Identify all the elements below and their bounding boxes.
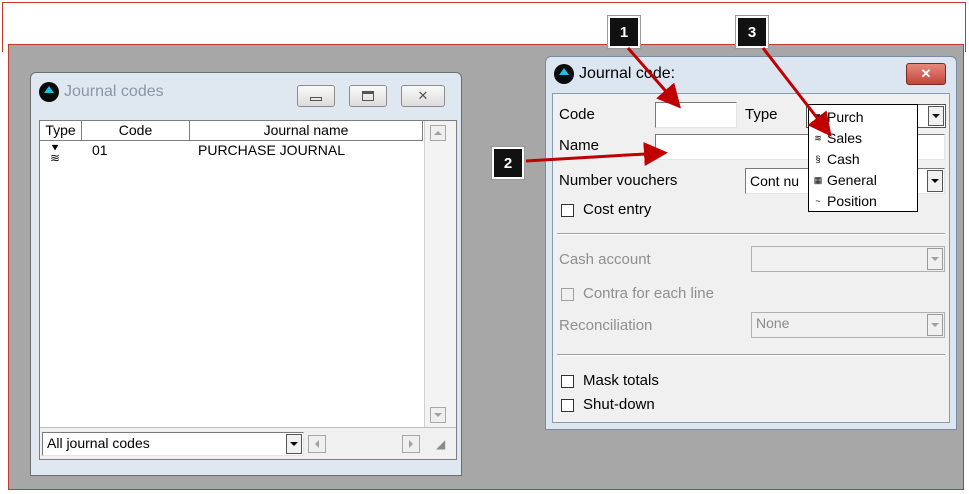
type-option-label: Position: [827, 192, 877, 209]
purchase-icon: ⯆: [814, 111, 822, 122]
reconciliation-value: None: [756, 315, 790, 331]
code-label: Code: [559, 106, 595, 123]
number-vouchers-dropdown-button[interactable]: [927, 170, 943, 192]
cash-account-label: Cash account: [559, 251, 651, 268]
type-option-label: Purch: [827, 108, 864, 125]
close-icon: ✕: [417, 88, 429, 103]
scroll-right-button[interactable]: [402, 435, 420, 453]
resize-grip-icon[interactable]: ◢: [436, 437, 445, 451]
scroll-down-button[interactable]: [430, 407, 446, 423]
cost-entry-label: Cost entry: [583, 201, 652, 218]
maximize-icon: [362, 91, 374, 101]
shut-down-label: Shut-down: [583, 396, 655, 413]
cash-account-dropdown-button[interactable]: [927, 248, 943, 270]
scroll-left-button[interactable]: [308, 435, 326, 453]
journal-filter-value: All journal codes: [47, 435, 150, 451]
mask-totals-checkbox[interactable]: [561, 375, 574, 388]
mask-totals-label: Mask totals: [583, 372, 659, 389]
chevron-down-icon: [931, 179, 939, 183]
divider: [557, 233, 945, 235]
scroll-up-button[interactable]: [430, 125, 446, 141]
chevron-down-icon: [290, 442, 298, 446]
chevron-down-icon: [931, 323, 939, 327]
close-icon: ✕: [920, 66, 932, 81]
type-option-general[interactable]: ▦ General: [811, 169, 877, 190]
type-dropdown-list: ⯆ Purch ≋ Sales § Cash ▦ General ~ Position: [808, 104, 918, 212]
cash-icon: §: [815, 153, 821, 164]
reconciliation-select[interactable]: None: [751, 312, 945, 338]
journal-codes-titlebar[interactable]: Journal codes: [31, 77, 461, 107]
minimize-icon: [310, 97, 322, 101]
scroll-left-icon: [315, 440, 319, 448]
reconciliation-dropdown-button[interactable]: [927, 314, 943, 336]
journal-codes-window: Journal codes ✕ Type Code Journal name ⯆…: [30, 72, 462, 476]
contra-label: Contra for each line: [583, 285, 714, 302]
chevron-down-icon: [931, 257, 939, 261]
journal-code-title: Journal code:: [579, 65, 676, 82]
sales-icon: ≋: [814, 132, 822, 143]
type-dropdown-button[interactable]: [928, 106, 944, 126]
cost-entry-checkbox[interactable]: [561, 204, 574, 217]
column-header-code[interactable]: Code: [82, 121, 190, 141]
number-vouchers-label: Number vouchers: [559, 172, 678, 189]
journal-codes-title: Journal codes: [64, 83, 164, 100]
close-button[interactable]: ✕: [401, 85, 445, 107]
row-journal-name: PURCHASE JOURNAL: [198, 142, 346, 158]
code-input[interactable]: [655, 102, 737, 128]
contra-checkbox[interactable]: [561, 288, 574, 301]
type-option-purch[interactable]: ⯆ Purch: [811, 106, 864, 127]
minimize-button[interactable]: [297, 85, 335, 107]
type-option-label: General: [827, 171, 877, 188]
type-option-position[interactable]: ~ Position: [811, 190, 877, 211]
general-icon: ▦: [813, 174, 823, 185]
purchase-journal-icon: ⯆ ≋: [49, 141, 61, 165]
row-code: 01: [92, 142, 108, 158]
journal-code-titlebar[interactable]: Journal code:: [546, 59, 956, 89]
dialog-close-button[interactable]: ✕: [906, 63, 946, 85]
name-label: Name: [559, 137, 600, 154]
chevron-down-icon: [932, 114, 940, 118]
callout-3: 3: [736, 16, 768, 48]
type-option-label: Cash: [827, 150, 860, 167]
journal-codes-list[interactable]: Type Code Journal name ⯆ ≋ 01 PURCHASE JO…: [39, 120, 457, 460]
type-option-sales[interactable]: ≋ Sales: [811, 127, 862, 148]
vertical-scrollbar[interactable]: [424, 121, 456, 427]
reconciliation-label: Reconciliation: [559, 317, 653, 334]
shut-down-checkbox[interactable]: [561, 399, 574, 412]
cash-account-select[interactable]: [751, 246, 945, 272]
journal-app-icon: [39, 82, 59, 102]
scroll-down-icon: [434, 413, 442, 417]
table-row[interactable]: ⯆ ≋ 01 PURCHASE JOURNAL: [40, 141, 423, 165]
divider: [557, 354, 945, 356]
scroll-up-icon: [434, 131, 442, 135]
maximize-button[interactable]: [349, 85, 387, 107]
journal-filter-dropdown-button[interactable]: [286, 434, 302, 454]
number-vouchers-value: Cont nu: [750, 173, 800, 189]
column-header-journal-name[interactable]: Journal name: [190, 121, 423, 141]
position-icon: ~: [815, 195, 821, 206]
type-label: Type: [745, 106, 778, 123]
scroll-right-icon: [409, 440, 413, 448]
callout-1: 1: [608, 16, 640, 48]
journal-filter-select[interactable]: All journal codes: [42, 432, 304, 456]
journal-app-icon: [554, 64, 574, 84]
callout-2: 2: [492, 147, 524, 179]
type-option-cash[interactable]: § Cash: [811, 148, 860, 169]
column-header-type[interactable]: Type: [40, 121, 82, 141]
type-option-label: Sales: [827, 129, 863, 146]
